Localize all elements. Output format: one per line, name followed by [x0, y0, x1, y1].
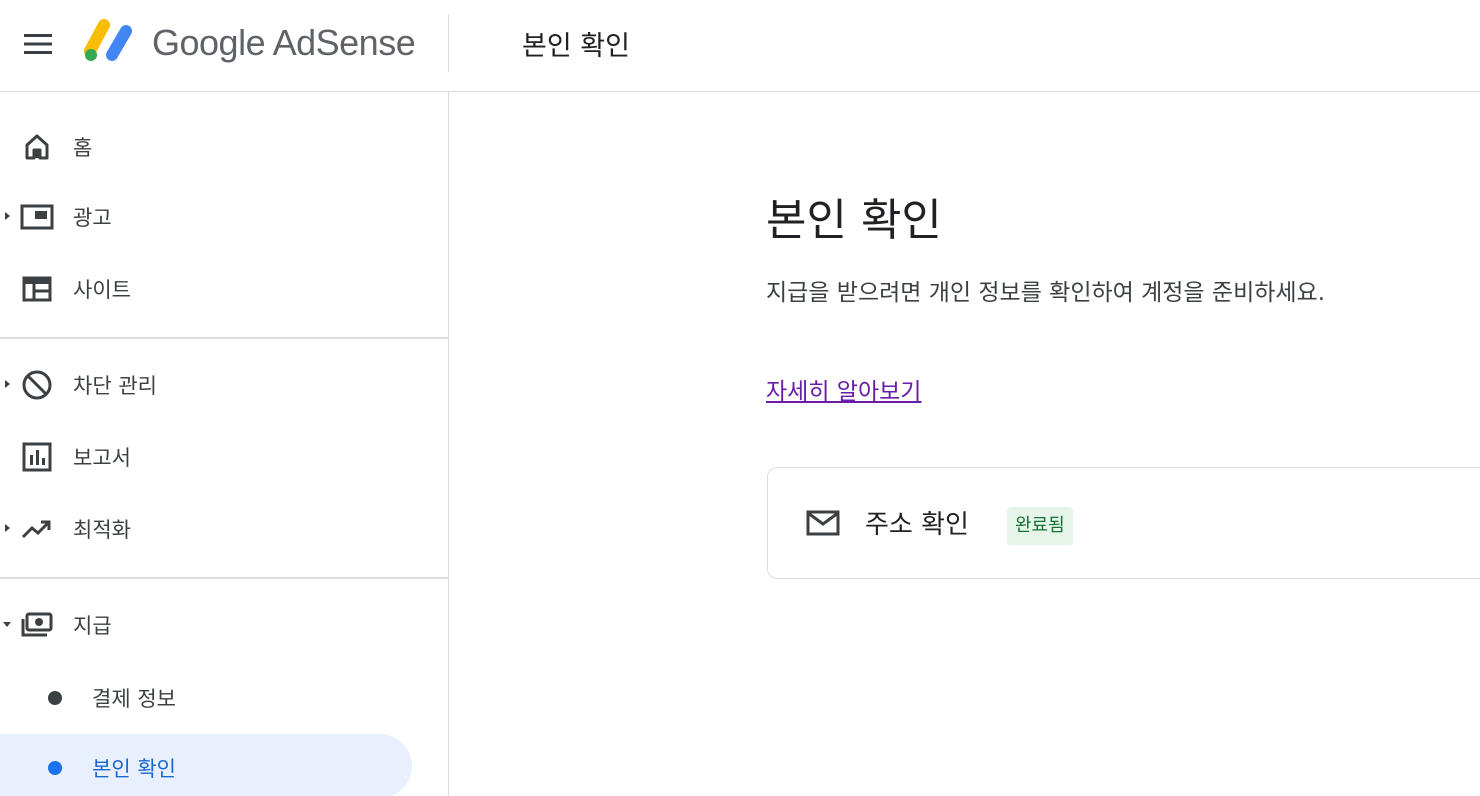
- caret-right-icon[interactable]: [2, 521, 12, 535]
- card-title: 주소 확인: [865, 510, 969, 540]
- payments-icon: [20, 608, 54, 642]
- sidebar-item-payments[interactable]: 지급: [0, 594, 412, 656]
- sidebar-item-home[interactable]: 홈: [0, 116, 412, 178]
- top-app-bar: Google AdSense 본인 확인: [0, 0, 1480, 92]
- page-title: 본인 확인: [522, 31, 630, 62]
- sidebar-subitem-identity-verification[interactable]: 본인 확인: [0, 734, 412, 796]
- caret-right-icon[interactable]: [2, 209, 12, 223]
- hamburger-menu-icon: [24, 34, 52, 54]
- sidebar-nav: 홈 광고 사이트 차단 관리 보고서 최적화 지급 결제 정보 본인 확인: [0, 92, 449, 796]
- sidebar-item-reports[interactable]: 보고서: [0, 426, 412, 488]
- sidebar-item-label: 차단 관리: [73, 374, 157, 398]
- bullet-dot-icon: [48, 761, 62, 775]
- reports-icon: [20, 440, 54, 474]
- sidebar-divider: [0, 337, 448, 339]
- sidebar-subitem-label: 본인 확인: [92, 757, 176, 781]
- trending-up-icon: [20, 512, 54, 546]
- caret-right-icon[interactable]: [2, 377, 12, 391]
- sidebar-item-label: 최적화: [73, 518, 131, 542]
- sidebar-divider: [0, 577, 448, 579]
- sidebar-item-blocking-controls[interactable]: 차단 관리: [0, 354, 412, 416]
- adsense-logo-icon: [84, 19, 132, 61]
- status-badge: 완료됨: [1007, 507, 1073, 545]
- main-description: 지급을 받으려면 개인 정보를 확인하여 계정을 준비하세요.: [766, 280, 1326, 306]
- home-icon: [20, 130, 54, 164]
- sidebar-subitem-label: 결제 정보: [92, 687, 176, 711]
- address-verification-card[interactable]: 주소 확인 완료됨: [767, 467, 1480, 579]
- sidebar-item-label: 지급: [73, 614, 112, 638]
- caret-down-icon[interactable]: [1, 617, 13, 631]
- sidebar-item-label: 보고서: [73, 446, 131, 470]
- header-divider: [448, 14, 449, 72]
- sidebar-item-sites[interactable]: 사이트: [0, 258, 412, 320]
- sidebar-item-label: 홈: [73, 136, 93, 160]
- sidebar-item-label: 광고: [73, 206, 112, 230]
- sidebar-item-label: 사이트: [73, 278, 131, 302]
- learn-more-link[interactable]: 자세히 알아보기: [766, 372, 921, 406]
- sidebar-item-optimization[interactable]: 최적화: [0, 498, 412, 560]
- bullet-dot-icon: [48, 691, 62, 705]
- block-icon: [20, 368, 54, 402]
- product-logo-text[interactable]: Google AdSense: [152, 22, 416, 64]
- ads-icon: [20, 200, 54, 234]
- main-heading: 본인 확인: [766, 195, 942, 246]
- sidebar-item-ads[interactable]: 광고: [0, 186, 412, 248]
- sites-icon: [20, 272, 54, 306]
- mail-icon: [806, 510, 840, 536]
- sidebar-subitem-payment-info[interactable]: 결제 정보: [0, 664, 412, 728]
- main-menu-button[interactable]: [18, 24, 58, 64]
